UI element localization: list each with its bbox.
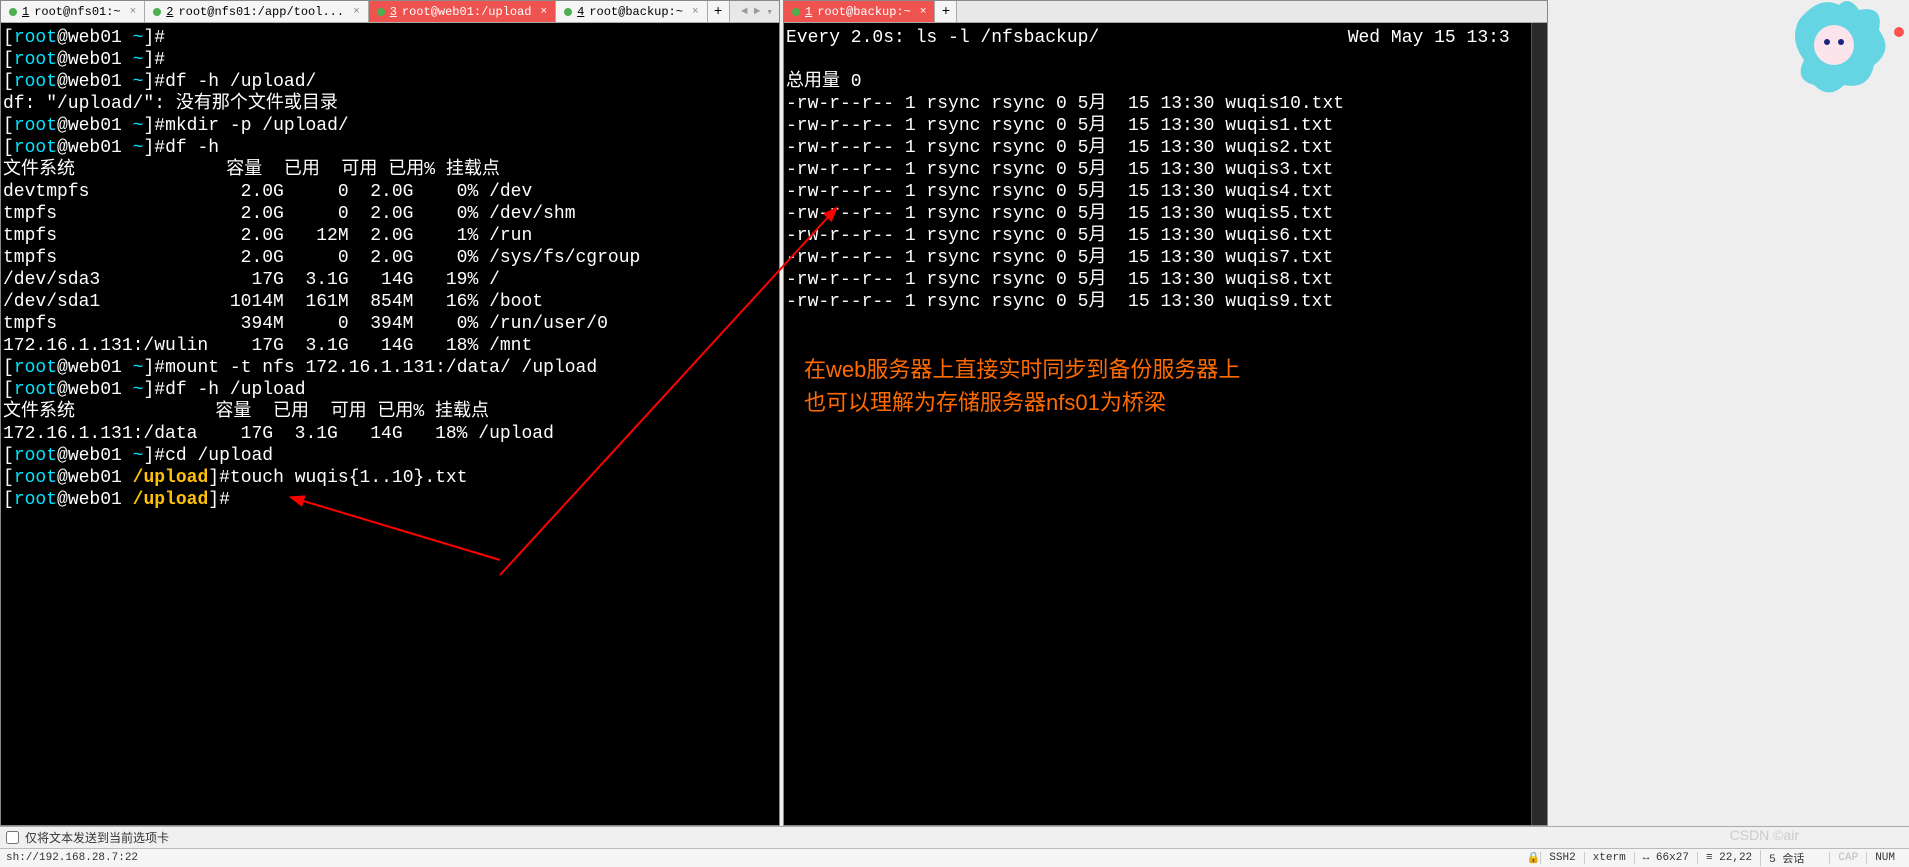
tab-number: 4 bbox=[577, 5, 584, 19]
tab-label: root@backup:~ bbox=[589, 5, 683, 19]
status-dot-icon bbox=[564, 8, 572, 16]
session-tab[interactable]: 2 root@nfs01:/app/tool... × bbox=[145, 1, 368, 22]
terminal-line: [root@web01 ~]#cd /upload bbox=[3, 445, 777, 467]
new-tab-button[interactable]: + bbox=[935, 1, 957, 22]
terminal-output-line: 文件系统 容量 已用 可用 已用% 挂载点 bbox=[3, 401, 777, 423]
terminal-output-line: /dev/sda1 1014M 161M 854M 16% /boot bbox=[3, 291, 777, 313]
status-ssh: SSH2 bbox=[1540, 852, 1583, 864]
lock-icon: 🔒 bbox=[1527, 851, 1541, 865]
annotation-text: 在web服务器上直接实时同步到备份服务器上也可以理解为存储服务器nfs01为桥梁 bbox=[804, 353, 1240, 419]
watermark: CSDN ©air bbox=[1730, 827, 1799, 843]
tab-menu-icon[interactable]: ▾ bbox=[766, 5, 773, 19]
session-tab[interactable]: 4 root@backup:~ × bbox=[556, 1, 707, 22]
scrollbar-vertical[interactable] bbox=[1531, 23, 1547, 825]
file-listing-line: -rw-r--r-- 1 rsync rsync 0 5月 15 13:30 w… bbox=[786, 93, 1545, 115]
terminal-line: [root@web01 ~]# bbox=[3, 27, 777, 49]
file-listing-line: -rw-r--r-- 1 rsync rsync 0 5月 15 13:30 w… bbox=[786, 159, 1545, 181]
terminal-line: [root@web01 ~]#mkdir -p /upload/ bbox=[3, 115, 777, 137]
watch-header: Every 2.0s: ls -l /nfsbackup/ Wed May 15… bbox=[786, 27, 1545, 49]
annotation-line: 在web服务器上直接实时同步到备份服务器上 bbox=[804, 353, 1240, 386]
resize-icon: ↔ bbox=[1643, 852, 1650, 864]
file-listing-line: -rw-r--r-- 1 rsync rsync 0 5月 15 13:30 w… bbox=[786, 181, 1545, 203]
status-connection: sh://192.168.28.7:22 bbox=[6, 852, 138, 864]
tab-label: root@web01:/upload bbox=[402, 5, 532, 19]
terminal-line: [root@web01 ~]#mount -t nfs 172.16.1.131… bbox=[3, 357, 777, 379]
left-terminal[interactable]: [root@web01 ~]#[root@web01 ~]#[root@web0… bbox=[1, 23, 779, 825]
right-tab-bar: 1 root@backup:~ × + bbox=[784, 1, 1547, 23]
status-dot-icon bbox=[153, 8, 161, 16]
file-listing-line: -rw-r--r-- 1 rsync rsync 0 5月 15 13:30 w… bbox=[786, 137, 1545, 159]
annotation-line: 也可以理解为存储服务器nfs01为桥梁 bbox=[804, 386, 1240, 419]
terminal-output-line: 文件系统 容量 已用 可用 已用% 挂载点 bbox=[3, 159, 777, 181]
tab-label: root@nfs01:~ bbox=[34, 5, 120, 19]
right-terminal[interactable]: Every 2.0s: ls -l /nfsbackup/ Wed May 15… bbox=[784, 23, 1547, 825]
session-tab[interactable]: 1 root@backup:~ × bbox=[784, 1, 935, 22]
tab-prev-icon[interactable]: ◄ bbox=[741, 6, 748, 18]
file-listing-line: -rw-r--r-- 1 rsync rsync 0 5月 15 13:30 w… bbox=[786, 225, 1545, 247]
terminal-output-line: tmpfs 394M 0 394M 0% /run/user/0 bbox=[3, 313, 777, 335]
terminal-output-line: /dev/sda3 17G 3.1G 14G 19% / bbox=[3, 269, 777, 291]
file-listing-line: -rw-r--r-- 1 rsync rsync 0 5月 15 13:30 w… bbox=[786, 203, 1545, 225]
terminal-line: [root@web01 /upload]# bbox=[3, 489, 777, 511]
terminal-output-line: tmpfs 2.0G 0 2.0G 0% /dev/shm bbox=[3, 203, 777, 225]
tab-label: root@nfs01:/app/tool... bbox=[178, 5, 344, 19]
status-cap: CAP bbox=[1829, 852, 1866, 864]
file-listing-line: -rw-r--r-- 1 rsync rsync 0 5月 15 13:30 w… bbox=[786, 247, 1545, 269]
terminal-output-line bbox=[786, 49, 1545, 71]
tab-label: root@backup:~ bbox=[817, 5, 911, 19]
tab-number: 2 bbox=[166, 5, 173, 19]
session-tab[interactable]: 3 root@web01:/upload × bbox=[369, 1, 556, 22]
send-to-current-tab-label: 仅将文本发送到当前选项卡 bbox=[25, 829, 169, 846]
terminal-output-line: devtmpfs 2.0G 0 2.0G 0% /dev bbox=[3, 181, 777, 203]
terminal-output-line: 172.16.1.131:/data 17G 3.1G 14G 18% /upl… bbox=[3, 423, 777, 445]
tab-number: 1 bbox=[22, 5, 29, 19]
status-size: 66x27 bbox=[1656, 852, 1689, 864]
close-icon[interactable]: × bbox=[130, 6, 137, 18]
status-term: xterm bbox=[1584, 852, 1634, 864]
tab-nav: ◄ ► ▾ bbox=[735, 1, 779, 22]
status-dot-icon bbox=[792, 8, 800, 16]
terminal-output-line: tmpfs 2.0G 0 2.0G 0% /sys/fs/cgroup bbox=[3, 247, 777, 269]
tab-number: 1 bbox=[805, 5, 812, 19]
close-icon[interactable]: × bbox=[541, 6, 548, 18]
close-icon[interactable]: × bbox=[692, 6, 699, 18]
status-pos: 22,22 bbox=[1719, 852, 1752, 864]
file-listing-line: -rw-r--r-- 1 rsync rsync 0 5月 15 13:30 w… bbox=[786, 291, 1545, 313]
file-listing-line: -rw-r--r-- 1 rsync rsync 0 5月 15 13:30 w… bbox=[786, 269, 1545, 291]
close-icon[interactable]: × bbox=[920, 6, 927, 18]
terminal-line: [root@web01 ~]#df -h /upload bbox=[3, 379, 777, 401]
terminal-output-line: tmpfs 2.0G 12M 2.0G 1% /run bbox=[3, 225, 777, 247]
terminal-line: [root@web01 ~]#df -h /upload/ bbox=[3, 71, 777, 93]
left-pane: 1 root@nfs01:~×2 root@nfs01:/app/tool...… bbox=[0, 0, 780, 826]
terminal-line: [root@web01 /upload]#touch wuqis{1..10}.… bbox=[3, 467, 777, 489]
file-listing-line: -rw-r--r-- 1 rsync rsync 0 5月 15 13:30 w… bbox=[786, 115, 1545, 137]
left-tab-bar: 1 root@nfs01:~×2 root@nfs01:/app/tool...… bbox=[1, 1, 779, 23]
close-icon[interactable]: × bbox=[353, 6, 360, 18]
info-bar: 仅将文本发送到当前选项卡 bbox=[0, 826, 1909, 848]
status-num: NUM bbox=[1866, 852, 1903, 864]
status-sessions: 5 会话 bbox=[1760, 850, 1812, 866]
new-tab-button[interactable]: + bbox=[708, 1, 730, 22]
tab-next-icon[interactable]: ► bbox=[754, 6, 761, 18]
terminal-output-line: 总用量 0 bbox=[786, 71, 1545, 93]
send-to-current-tab-checkbox[interactable] bbox=[6, 831, 19, 844]
terminal-output-line: 172.16.1.131:/wulin 17G 3.1G 14G 18% /mn… bbox=[3, 335, 777, 357]
session-tab[interactable]: 1 root@nfs01:~ × bbox=[1, 1, 145, 22]
terminal-line: [root@web01 ~]#df -h bbox=[3, 137, 777, 159]
tab-number: 3 bbox=[390, 5, 397, 19]
position-icon: ≡ bbox=[1706, 852, 1713, 864]
status-bar: sh://192.168.28.7:22 🔒 SSH2 xterm ↔ 66x2… bbox=[0, 848, 1909, 867]
status-dot-icon bbox=[377, 8, 385, 16]
right-pane: 1 root@backup:~ × + Every 2.0s: ls -l /nfs… bbox=[783, 0, 1548, 826]
terminal-line: [root@web01 ~]# bbox=[3, 49, 777, 71]
terminal-output-line: df: "/upload/": 没有那个文件或目录 bbox=[3, 93, 777, 115]
status-dot-icon bbox=[9, 8, 17, 16]
